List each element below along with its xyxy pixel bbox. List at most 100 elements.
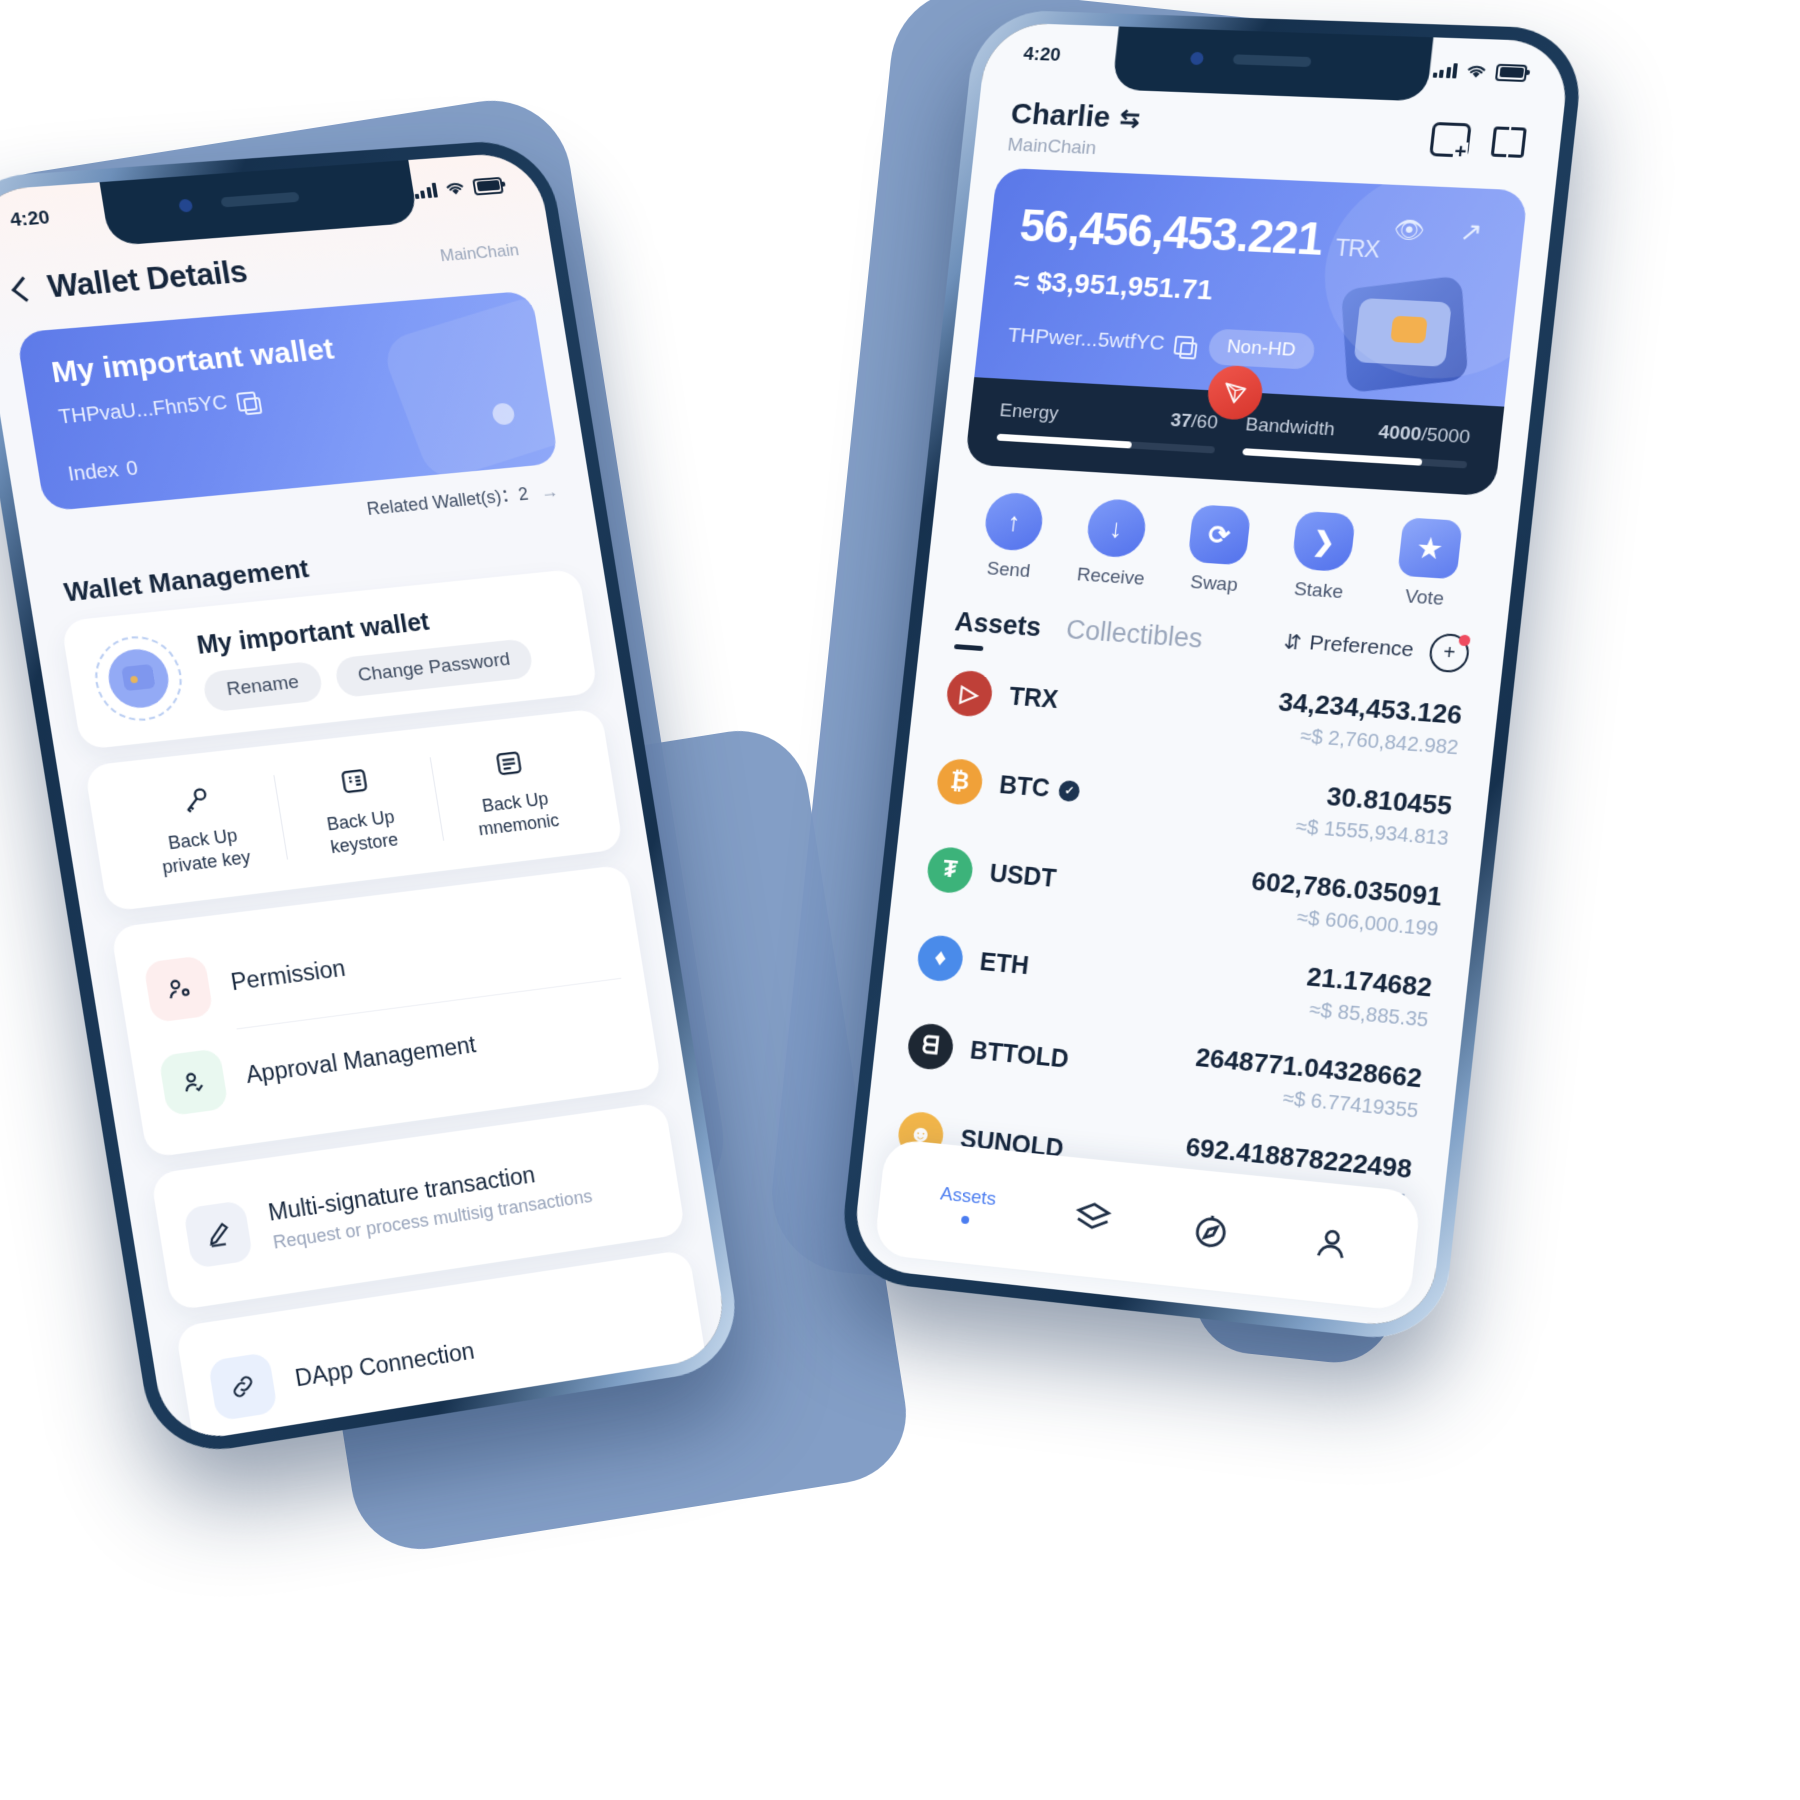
- account-address-text: THPwer...5wtfYC: [1006, 323, 1166, 355]
- asset-row[interactable]: ▷ TRX 34,234,453.126 ≈$ 2,760,842.982: [944, 663, 1464, 761]
- balance-fiat: ≈ $3,951,951.71: [1012, 265, 1215, 306]
- preference-label: Preference: [1308, 631, 1415, 662]
- add-token-icon[interactable]: +: [1427, 632, 1471, 674]
- bottom-nav-layers[interactable]: [1071, 1196, 1115, 1240]
- action-send[interactable]: ↑ Send: [960, 490, 1065, 585]
- battery-icon: [472, 176, 504, 196]
- external-link-icon[interactable]: ↗: [1458, 216, 1484, 248]
- multisig-row[interactable]: Multi-signature transaction Request or p…: [178, 1126, 659, 1285]
- account-address[interactable]: THPwer...5wtfYC: [1007, 324, 1195, 357]
- arrow-right-icon: →: [538, 481, 560, 503]
- add-wallet-icon[interactable]: [1429, 121, 1472, 158]
- bandwidth-label: Bandwidth: [1244, 414, 1336, 441]
- action-receive[interactable]: ↓ Receive: [1061, 497, 1167, 592]
- asset-amount: 21.174682: [1305, 961, 1434, 1003]
- balance-amount: 56,456,453.221: [1017, 199, 1326, 265]
- sort-icon: ⇵: [1282, 629, 1303, 655]
- battery-icon: [1494, 63, 1528, 82]
- energy-label: Energy: [998, 400, 1060, 425]
- tab-assets[interactable]: Assets: [953, 607, 1042, 643]
- asset-symbol-text: BTTOLD: [968, 1036, 1071, 1074]
- eye-icon[interactable]: 👁: [1392, 215, 1427, 246]
- asset-identity: ₮ USDT: [925, 845, 1058, 902]
- account-name-row[interactable]: Charlie ⇆: [1009, 98, 1141, 137]
- wallet-identity-row: My important wallet Rename Change Passwo…: [88, 592, 572, 726]
- asset-values: 2648771.04328662 ≈$ 6.77419355: [1191, 1042, 1423, 1124]
- account-switch-icon[interactable]: ⇆: [1118, 104, 1141, 133]
- index-value: 0: [124, 457, 140, 481]
- explore-compass-icon: [1189, 1209, 1233, 1253]
- ethereum-logo-icon: ♦: [915, 933, 965, 983]
- account-block[interactable]: Charlie ⇆ MainChain: [1006, 98, 1142, 162]
- status-icons: [1432, 61, 1528, 82]
- rename-button[interactable]: Rename: [201, 659, 324, 713]
- bandwidth-cell: Bandwidth 4000/5000: [1242, 414, 1471, 469]
- asset-symbol: ETH: [978, 948, 1030, 981]
- asset-row[interactable]: ₿ BTC ✓ 30.810455 ≈$ 1555,934.813: [934, 751, 1454, 851]
- action-vote-label: Vote: [1403, 586, 1445, 610]
- action-stake[interactable]: ❯ Stake: [1268, 509, 1377, 605]
- verified-badge-icon: ✓: [1058, 779, 1082, 802]
- action-vote[interactable]: ★ Vote: [1373, 516, 1483, 613]
- wallet-name: My important wallet: [49, 332, 337, 390]
- asset-symbol: TRX: [1008, 682, 1060, 714]
- action-send-label: Send: [985, 558, 1032, 583]
- asset-symbol-text: USDT: [988, 859, 1058, 893]
- dapp-connection-text: DApp Connection: [293, 1337, 476, 1392]
- change-password-button[interactable]: Change Password: [333, 637, 535, 698]
- asset-fiat: ≈$ 85,885.35: [1308, 998, 1430, 1032]
- asset-symbol-text: ETH: [978, 947, 1031, 980]
- asset-row[interactable]: ♦ ETH 21.174682 ≈$ 85,885.35: [915, 927, 1434, 1033]
- copy-icon[interactable]: [235, 391, 258, 412]
- link-chain-icon: [207, 1351, 279, 1422]
- wallet-identity-text: My important wallet Rename Change Passwo…: [195, 598, 535, 713]
- asset-amount: 30.810455: [1325, 780, 1454, 821]
- bottom-nav-profile[interactable]: [1309, 1221, 1354, 1265]
- asset-list: ▷ TRX 34,234,453.126 ≈$ 2,760,842.982 ₿ BTC ✓ 3…: [863, 639, 1501, 1218]
- action-swap[interactable]: ⟳ Swap: [1164, 503, 1271, 599]
- copy-icon[interactable]: [1173, 335, 1195, 355]
- asset-symbol-text: BTC: [998, 770, 1052, 803]
- asset-row[interactable]: ᗺ BTTOLD 2648771.04328662 ≈$ 6.77419355: [905, 1015, 1424, 1124]
- energy-used: 37: [1169, 410, 1193, 433]
- backup-keystore-button[interactable]: Back Up keystore: [272, 750, 444, 868]
- header-icons: [1429, 114, 1528, 160]
- tab-collectibles[interactable]: Collectibles: [1065, 614, 1204, 654]
- energy-max: /60: [1190, 411, 1219, 434]
- wifi-icon: [1465, 63, 1487, 78]
- tron-logo-icon: ▷: [944, 669, 995, 718]
- index-label: Index: [66, 459, 121, 486]
- asset-values: 21.174682 ≈$ 85,885.35: [1302, 961, 1433, 1033]
- status-time: 4:20: [8, 207, 52, 232]
- signal-bars-icon: [1432, 62, 1458, 78]
- assets-dot-icon: [961, 1215, 970, 1225]
- mockup-stage: 4:20 Wallet Details MainChain My importa…: [0, 0, 1800, 1800]
- wallet-details-body: Wallet Details MainChain My important wa…: [0, 150, 731, 1446]
- profile-person-icon: [1309, 1221, 1354, 1265]
- back-chevron-icon[interactable]: [11, 276, 38, 302]
- bottom-nav-assets[interactable]: Assets: [938, 1184, 997, 1227]
- balance-amount-row: 56,456,453.221 TRX: [1017, 198, 1494, 274]
- asset-symbol: BTC ✓: [998, 771, 1082, 806]
- backup-private-key-button[interactable]: Back Up private key: [112, 767, 288, 887]
- shield-stake-icon: ❯: [1291, 510, 1357, 573]
- account-name: Charlie: [1009, 97, 1113, 134]
- bottom-nav-assets-label: Assets: [939, 1183, 997, 1211]
- energy-cell: Energy 37/60: [996, 400, 1219, 454]
- preference-button[interactable]: ⇵ Preference: [1282, 629, 1415, 663]
- bandwidth-max: /5000: [1420, 424, 1472, 449]
- arrow-up-icon: ↑: [982, 491, 1046, 552]
- multisig-text: Multi-signature transaction Request or p…: [266, 1154, 593, 1254]
- energy-value: 37/60: [1169, 410, 1219, 435]
- scan-qr-icon[interactable]: [1490, 126, 1527, 158]
- bandwidth-header: Bandwidth 4000/5000: [1244, 414, 1471, 449]
- asset-row[interactable]: ₮ USDT 602,786.035091 ≈$ 606,000.199: [925, 839, 1444, 942]
- action-stake-label: Stake: [1292, 578, 1345, 604]
- asset-identity: ♦ ETH: [915, 933, 1032, 989]
- backup-mnemonic-button[interactable]: Back Up mnemonic: [428, 732, 597, 849]
- key-icon: [119, 772, 273, 827]
- approval-management-text: Approval Management: [244, 1031, 478, 1089]
- bottom-nav-explore[interactable]: [1189, 1209, 1233, 1253]
- asset-amount: 34,234,453.126: [1277, 686, 1464, 731]
- layers-icon: [1071, 1196, 1115, 1240]
